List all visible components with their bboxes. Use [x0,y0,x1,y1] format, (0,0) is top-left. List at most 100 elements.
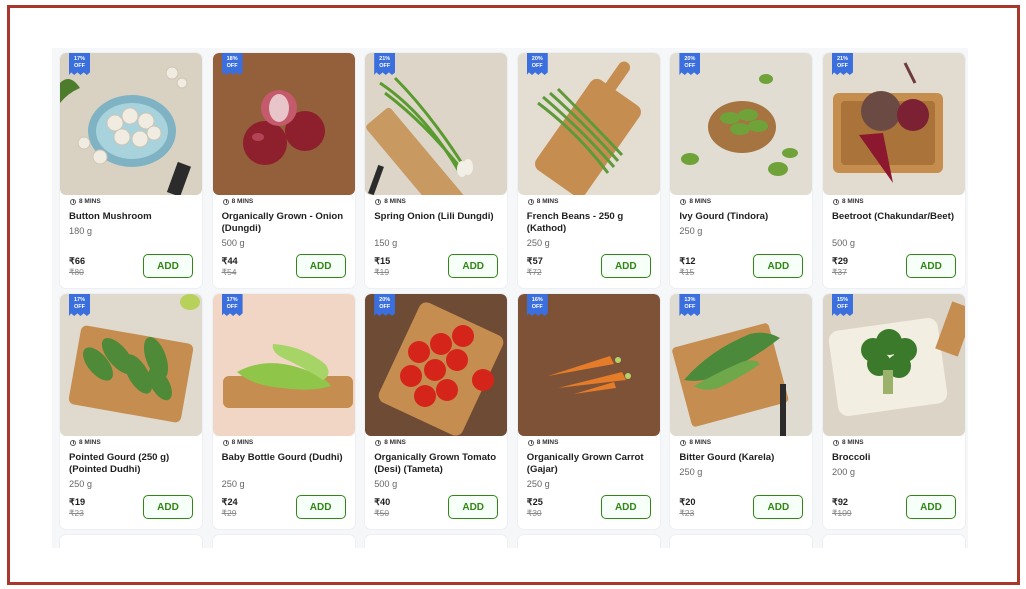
product-price: ₹29 [831,256,849,266]
clock-icon [527,439,534,446]
clock-icon [832,198,839,205]
add-to-cart-button[interactable]: ADD [905,254,956,278]
add-to-cart-button[interactable]: ADD [143,495,193,519]
discount-badge: 21% OFF [831,53,853,75]
product-card[interactable]: 17% OFF 8 MINS Button Mushroom 180 g ₹66 … [60,53,202,288]
product-name[interactable]: Pointed Gourd (250 g) (Pointed Dudhi) [69,452,195,475]
product-price: ₹15 [374,256,391,266]
discount-badge: 13% OFF [679,294,701,316]
product-card-partial[interactable] [212,535,355,548]
product-price: ₹92 [831,497,849,507]
product-mrp: ₹72 [526,267,542,277]
product-card-partial[interactable] [60,535,202,548]
product-card-partial[interactable] [822,535,965,548]
product-name[interactable]: Bitter Gourd (Karela) [679,452,805,464]
product-quantity: 500 g [831,238,855,248]
add-to-cart-button[interactable]: ADD [448,254,499,278]
add-to-cart-button[interactable]: ADD [600,495,651,519]
delivery-time-label: 8 MINS [79,439,101,446]
product-card[interactable]: 17% OFF 8 MINS Pointed Gourd (250 g) (Poi… [60,294,202,529]
delivery-time: 8 MINS [222,198,254,205]
discount-badge: 16% OFF [526,294,548,316]
discount-badge: 15% OFF [831,294,853,316]
delivery-time-label: 8 MINS [841,198,864,205]
delivery-time: 8 MINS [70,439,101,446]
delivery-time-label: 8 MINS [384,198,406,205]
product-mrp: ₹23 [69,508,84,518]
clock-icon [222,439,229,446]
product-name[interactable]: Organically Grown - Onion (Dungdi) [222,211,348,234]
product-image[interactable]: 16% OFF [517,294,660,436]
product-mrp: ₹30 [526,508,542,518]
product-name[interactable]: Ivy Gourd (Tindora) [679,211,805,223]
product-price: ₹20 [679,497,696,507]
product-card-partial[interactable] [365,535,508,548]
product-image[interactable]: 21% OFF [365,53,508,195]
product-quantity: 250 g [526,238,550,248]
product-name[interactable]: Beetroot (Chakundar/Beet) [832,211,958,223]
product-name[interactable]: Broccoli [832,452,958,464]
product-card[interactable]: 16% OFF 8 MINS Organically Grown Carrot (… [517,294,660,529]
product-name[interactable]: Baby Bottle Gourd (Dudhi) [222,452,348,464]
clock-icon [70,198,76,205]
product-name[interactable]: Organically Grown Tomato (Desi) (Tameta) [374,452,500,475]
add-to-cart-button[interactable]: ADD [143,254,193,278]
product-price: ₹57 [526,256,543,266]
clock-icon [375,198,382,205]
discount-badge: 20% OFF [374,294,396,316]
delivery-time: 8 MINS [222,439,253,446]
product-card-partial[interactable] [670,535,813,548]
add-to-cart-button[interactable]: ADD [600,254,651,278]
product-image[interactable]: 21% OFF [822,53,965,195]
product-card[interactable]: 21% OFF 8 MINS Beetroot (Chakundar/Beet) … [822,53,965,288]
product-price: ₹66 [69,256,86,266]
product-quantity: 250 g [69,479,92,489]
delivery-time: 8 MINS [832,198,864,205]
product-image[interactable]: 20% OFF [670,53,813,195]
product-image[interactable]: 20% OFF [365,294,508,436]
product-card[interactable]: 20% OFF 8 MINS Organically Grown Tomato (… [365,294,508,529]
product-card[interactable]: 20% OFF 8 MINS Ivy Gourd (Tindora) 250 g … [670,53,813,288]
delivery-time-label: 8 MINS [231,198,254,205]
product-price: ₹12 [679,256,696,266]
product-image[interactable]: 15% OFF [822,294,965,436]
delivery-time-label: 8 MINS [384,439,406,446]
product-name[interactable]: Spring Onion (Lili Dungdi) [374,211,500,223]
product-name[interactable]: French Beans - 250 g (Kathod) [527,211,653,234]
product-name[interactable]: Organically Grown Carrot (Gajar) [527,452,653,475]
product-image[interactable]: 17% OFF [212,294,355,436]
product-quantity: 250 g [526,479,550,489]
product-mrp: ₹15 [679,267,695,277]
clock-icon [222,198,229,205]
product-name[interactable]: Button Mushroom [69,211,195,223]
add-to-cart-button[interactable]: ADD [295,495,346,519]
product-card[interactable]: 18% OFF 8 MINS Organically Grown - Onion … [212,53,355,288]
product-image[interactable]: 17% OFF [60,294,202,436]
add-to-cart-button[interactable]: ADD [295,254,346,278]
product-card[interactable]: 21% OFF 8 MINS Spring Onion (Lili Dungdi)… [365,53,508,288]
product-image[interactable]: 18% OFF [212,53,355,195]
delivery-time-label: 8 MINS [841,439,864,446]
product-card[interactable]: 17% OFF 8 MINS Baby Bottle Gourd (Dudhi) … [212,294,355,529]
delivery-time: 8 MINS [70,198,101,205]
product-card[interactable]: 13% OFF 8 MINS Bitter Gourd (Karela) 250 … [670,294,813,529]
product-quantity: 500 g [374,479,398,489]
product-mrp: ₹109 [831,508,852,518]
add-to-cart-button[interactable]: ADD [905,495,956,519]
product-card-partial[interactable] [517,535,660,548]
discount-badge: 17% OFF [69,53,90,75]
delivery-time: 8 MINS [527,439,558,446]
add-to-cart-button[interactable]: ADD [753,495,804,519]
add-to-cart-button[interactable]: ADD [753,254,804,278]
product-card[interactable]: 20% OFF 8 MINS French Beans - 250 g (Kath… [517,53,660,288]
product-card[interactable]: 15% OFF 8 MINS Broccoli 200 g ₹92 ₹109 AD… [822,294,965,529]
product-image[interactable]: 17% OFF [60,53,202,195]
product-grid-container[interactable]: 17% OFF 8 MINS Button Mushroom 180 g ₹66 … [52,48,968,548]
product-quantity: 250 g [679,467,703,477]
clock-icon [832,439,839,446]
product-image[interactable]: 13% OFF [670,294,813,436]
discount-badge: 20% OFF [526,53,548,75]
discount-badge: 17% OFF [69,294,90,316]
add-to-cart-button[interactable]: ADD [448,495,499,519]
product-image[interactable]: 20% OFF [517,53,660,195]
